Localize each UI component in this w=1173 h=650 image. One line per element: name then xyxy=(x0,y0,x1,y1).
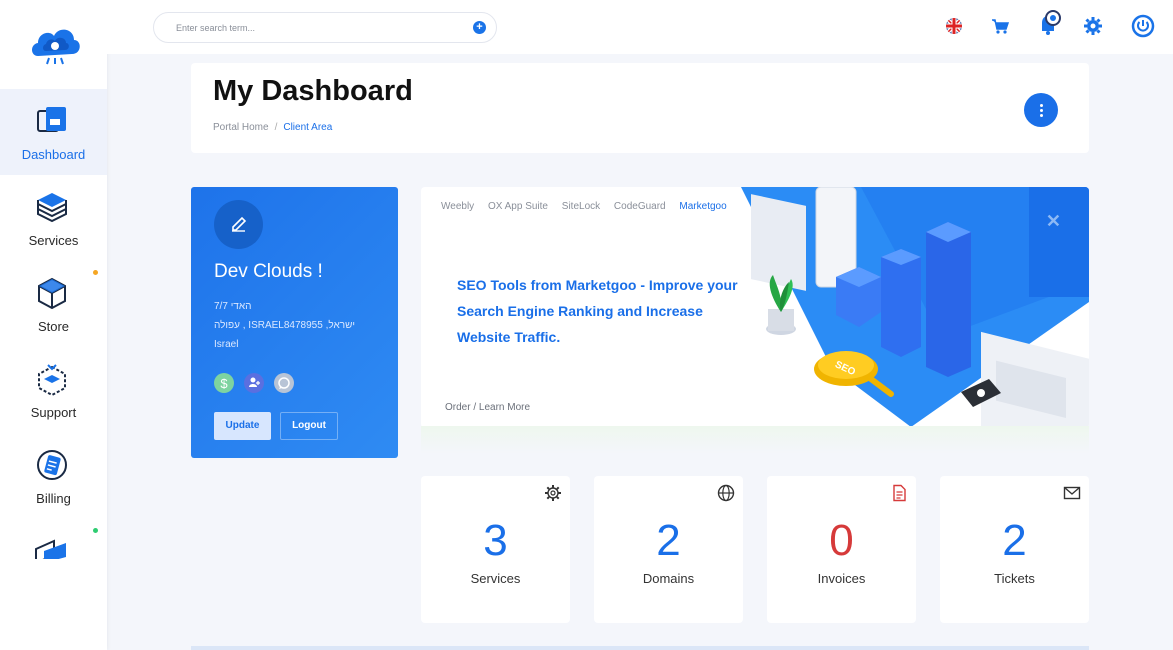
more-options-button[interactable] xyxy=(1024,93,1058,127)
profile-card: Dev Clouds ! 7/7 האדי עפולה , ISRAEL8478… xyxy=(191,187,398,458)
bell-icon[interactable] xyxy=(1037,9,1063,37)
page-title: My Dashboard xyxy=(213,75,413,107)
sidebar-item-store[interactable]: Store xyxy=(0,261,107,347)
breadcrumb-current[interactable]: Client Area xyxy=(283,122,332,133)
stat-label: Domains xyxy=(642,571,695,586)
sidebar-item-support[interactable]: Support xyxy=(0,347,107,433)
profile-country: Israel xyxy=(214,339,239,350)
promo-banner: SEO Weebly OX App Suite SiteLock CodeGua… xyxy=(421,187,1089,428)
search-box: + xyxy=(153,12,497,43)
promo-tab-codeguard[interactable]: CodeGuard xyxy=(614,201,666,212)
stat-card-invoices[interactable]: 0 Invoices xyxy=(767,476,916,623)
promo-tab-sitelock[interactable]: SiteLock xyxy=(562,201,600,212)
seo-illustration: SEO xyxy=(741,187,1089,428)
uk-flag-icon[interactable] xyxy=(944,16,964,36)
stat-label: Invoices xyxy=(817,571,866,586)
stat-value: 2 xyxy=(1002,516,1027,565)
gear-icon xyxy=(544,484,562,502)
sidebar-item-services[interactable]: Services xyxy=(0,175,107,261)
promo-footer-shadow xyxy=(421,426,1089,454)
stat-label: Services xyxy=(470,571,521,586)
mail-icon xyxy=(1063,484,1081,502)
promo-headline: SEO Tools from Marketgoo - Improve your … xyxy=(457,277,738,345)
edit-avatar[interactable] xyxy=(214,200,263,249)
stat-value: 3 xyxy=(483,516,508,565)
breadcrumb-home[interactable]: Portal Home xyxy=(213,122,269,133)
sidebar-item-label: Store xyxy=(37,319,70,334)
sidebar: Dashboard Services Store Support Billing xyxy=(0,0,107,650)
sidebar-item-label: Services xyxy=(28,233,79,248)
bottom-panel-edge xyxy=(191,646,1089,650)
sidebar-item-label: Dashboard xyxy=(21,147,86,162)
profile-name: Dev Clouds ! xyxy=(214,261,323,282)
sidebar-item-billing[interactable]: Billing xyxy=(0,433,107,519)
billing-icon xyxy=(34,447,70,483)
document-icon xyxy=(890,484,908,502)
domains-status-dot xyxy=(93,528,98,533)
stat-card-tickets[interactable]: 2 Tickets xyxy=(940,476,1089,623)
store-box-icon xyxy=(34,275,70,311)
promo-tabs: Weebly OX App Suite SiteLock CodeGuard M… xyxy=(441,201,738,212)
page-header: My Dashboard Portal Home / Client Area xyxy=(191,63,1089,153)
sidebar-item-domains[interactable] xyxy=(0,519,107,559)
user-add-icon[interactable] xyxy=(244,373,264,393)
store-status-dot xyxy=(93,270,98,275)
cart-icon[interactable] xyxy=(990,16,1010,36)
chat-icon[interactable] xyxy=(274,373,294,393)
pencil-icon xyxy=(232,216,247,232)
dollar-icon[interactable]: $ xyxy=(214,373,234,393)
breadcrumb: Portal Home / Client Area xyxy=(213,122,332,133)
gear-icon[interactable] xyxy=(1083,16,1103,36)
profile-address-line1: 7/7 האדי xyxy=(214,301,252,312)
breadcrumb-separator: / xyxy=(274,122,278,133)
services-cube-icon xyxy=(34,189,70,225)
promo-tab-ox-app-suite[interactable]: OX App Suite xyxy=(488,201,548,212)
sidebar-item-dashboard[interactable]: Dashboard xyxy=(0,89,107,175)
dashboard-icon xyxy=(34,103,70,139)
stat-value: 0 xyxy=(829,516,854,565)
logout-button[interactable]: Logout xyxy=(280,412,338,440)
sidebar-item-label: Billing xyxy=(36,491,71,506)
stat-card-services[interactable]: 3 Services xyxy=(421,476,570,623)
promo-tab-weebly[interactable]: Weebly xyxy=(441,201,474,212)
close-icon[interactable]: ✕ xyxy=(1046,211,1061,232)
stat-value: 2 xyxy=(656,516,681,565)
profile-address-line2: עפולה , ISRAEL8478955 ,ישראל xyxy=(214,320,355,331)
power-icon[interactable] xyxy=(1131,14,1155,38)
stat-label: Tickets xyxy=(994,571,1035,586)
globe-icon xyxy=(717,484,735,502)
promo-tab-marketgoo[interactable]: Marketgoo xyxy=(679,201,726,212)
svg-text:$: $ xyxy=(220,376,228,391)
promo-order-link[interactable]: Order / Learn More xyxy=(445,402,530,413)
search-plus-icon[interactable]: + xyxy=(473,21,486,34)
domains-icon xyxy=(34,533,70,559)
update-button[interactable]: Update xyxy=(214,412,271,440)
support-box-icon xyxy=(34,361,70,397)
stat-card-domains[interactable]: 2 Domains xyxy=(594,476,743,623)
cloud-logo-icon[interactable] xyxy=(28,20,82,66)
search-input[interactable] xyxy=(176,20,456,36)
sidebar-item-label: Support xyxy=(30,405,77,420)
topbar: + xyxy=(107,0,1173,54)
